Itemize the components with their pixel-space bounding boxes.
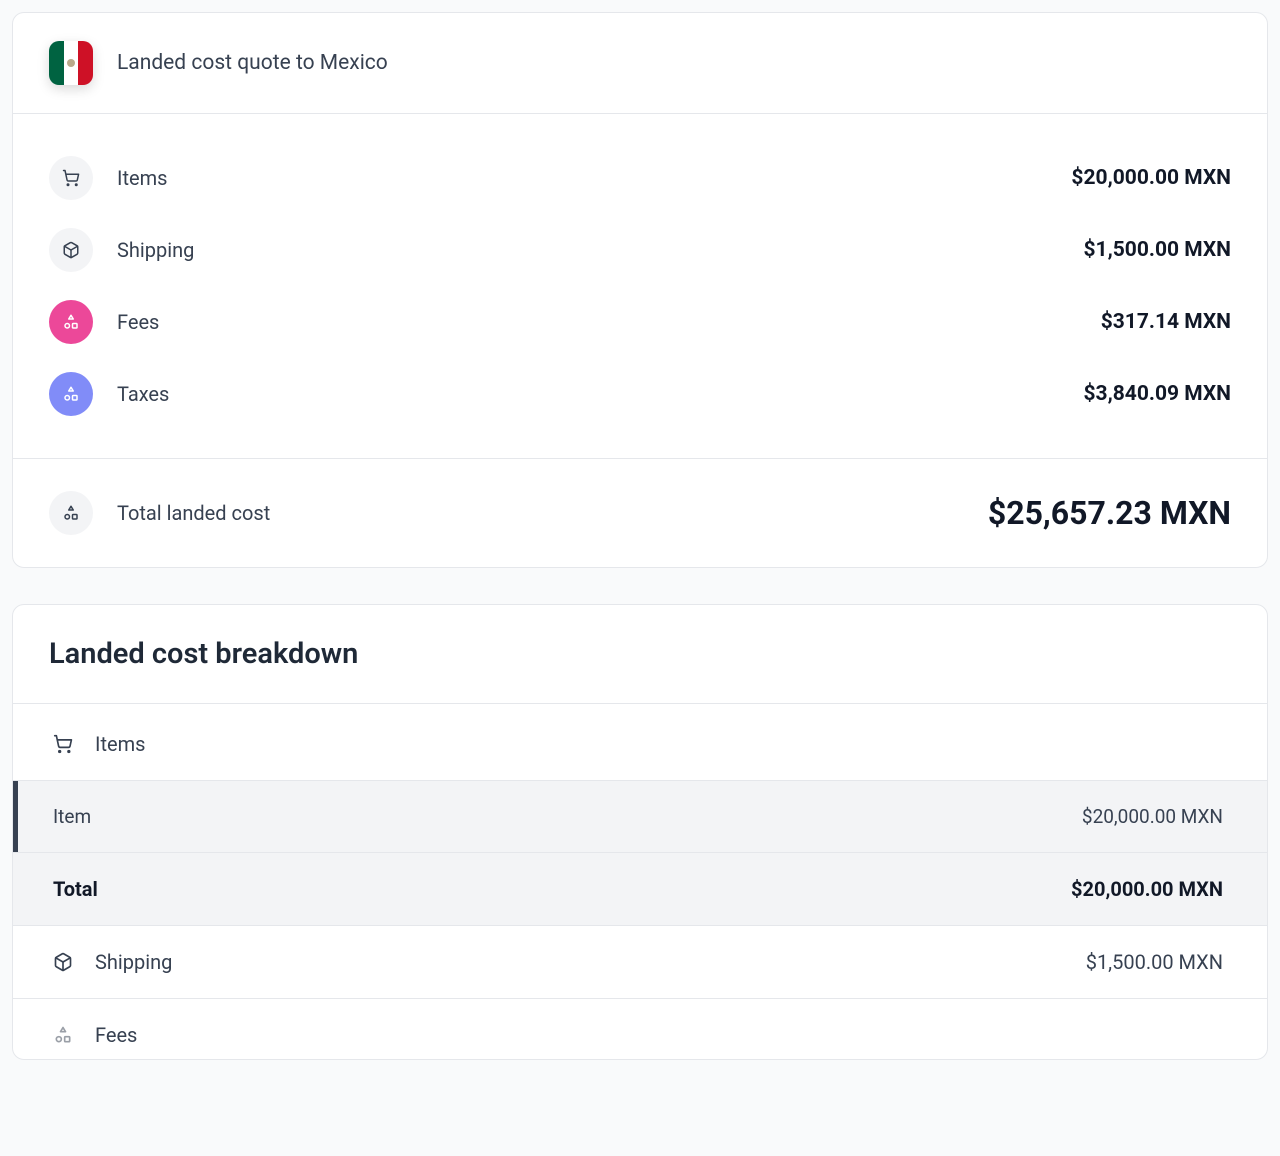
breakdown-shipping-label: Shipping [95, 950, 172, 974]
summary-label: Taxes [117, 382, 1059, 406]
quote-card: Landed cost quote to Mexico Items $20,00… [12, 12, 1268, 568]
breakdown-item-row: Item $20,000.00 MXN [13, 780, 1267, 853]
summary-row-fees: Fees $317.14 MXN [49, 286, 1231, 358]
shapes-icon [49, 372, 93, 416]
breakdown-fees-row: Fees [13, 999, 1267, 1059]
breakdown-total-value: $20,000.00 MXN [1071, 877, 1223, 901]
breakdown-shipping-row: Shipping $1,500.00 MXN [13, 926, 1267, 999]
shapes-icon [49, 491, 93, 535]
breakdown-items-section: Items [13, 704, 1267, 780]
breakdown-row-value: $20,000.00 MXN [1082, 805, 1223, 828]
quote-header: Landed cost quote to Mexico [13, 13, 1267, 114]
package-icon [49, 228, 93, 272]
summary-value: $1,500.00 MXN [1083, 238, 1231, 262]
summary-rows: Items $20,000.00 MXN Shipping $1,500.00 … [13, 114, 1267, 459]
total-label: Total landed cost [117, 501, 964, 525]
package-icon [53, 952, 73, 972]
breakdown-header: Landed cost breakdown [13, 605, 1267, 704]
summary-value: $3,840.09 MXN [1083, 382, 1231, 406]
breakdown-title: Landed cost breakdown [49, 637, 1231, 671]
summary-row-taxes: Taxes $3,840.09 MXN [49, 358, 1231, 430]
shapes-icon [53, 1025, 73, 1045]
quote-title: Landed cost quote to Mexico [117, 51, 388, 75]
summary-label: Shipping [117, 238, 1059, 262]
breakdown-total-row: Total $20,000.00 MXN [13, 853, 1267, 926]
summary-value: $20,000.00 MXN [1071, 166, 1231, 190]
breakdown-shipping-value: $1,500.00 MXN [1086, 950, 1223, 974]
summary-row-shipping: Shipping $1,500.00 MXN [49, 214, 1231, 286]
breakdown-total-label: Total [53, 877, 98, 901]
cart-icon [49, 156, 93, 200]
breakdown-row-label: Item [53, 805, 91, 828]
mexico-flag-icon [49, 41, 93, 85]
shapes-icon [49, 300, 93, 344]
breakdown-fees-label: Fees [95, 1023, 137, 1047]
total-value: $25,657.23 MXN [988, 494, 1231, 532]
summary-value: $317.14 MXN [1101, 310, 1231, 334]
total-section: Total landed cost $25,657.23 MXN [13, 459, 1267, 567]
summary-label: Items [117, 166, 1047, 190]
summary-row-items: Items $20,000.00 MXN [49, 142, 1231, 214]
cart-icon [53, 734, 73, 754]
summary-label: Fees [117, 310, 1077, 334]
breakdown-card: Landed cost breakdown Items Item $20,000… [12, 604, 1268, 1060]
breakdown-section-label: Items [95, 732, 145, 756]
